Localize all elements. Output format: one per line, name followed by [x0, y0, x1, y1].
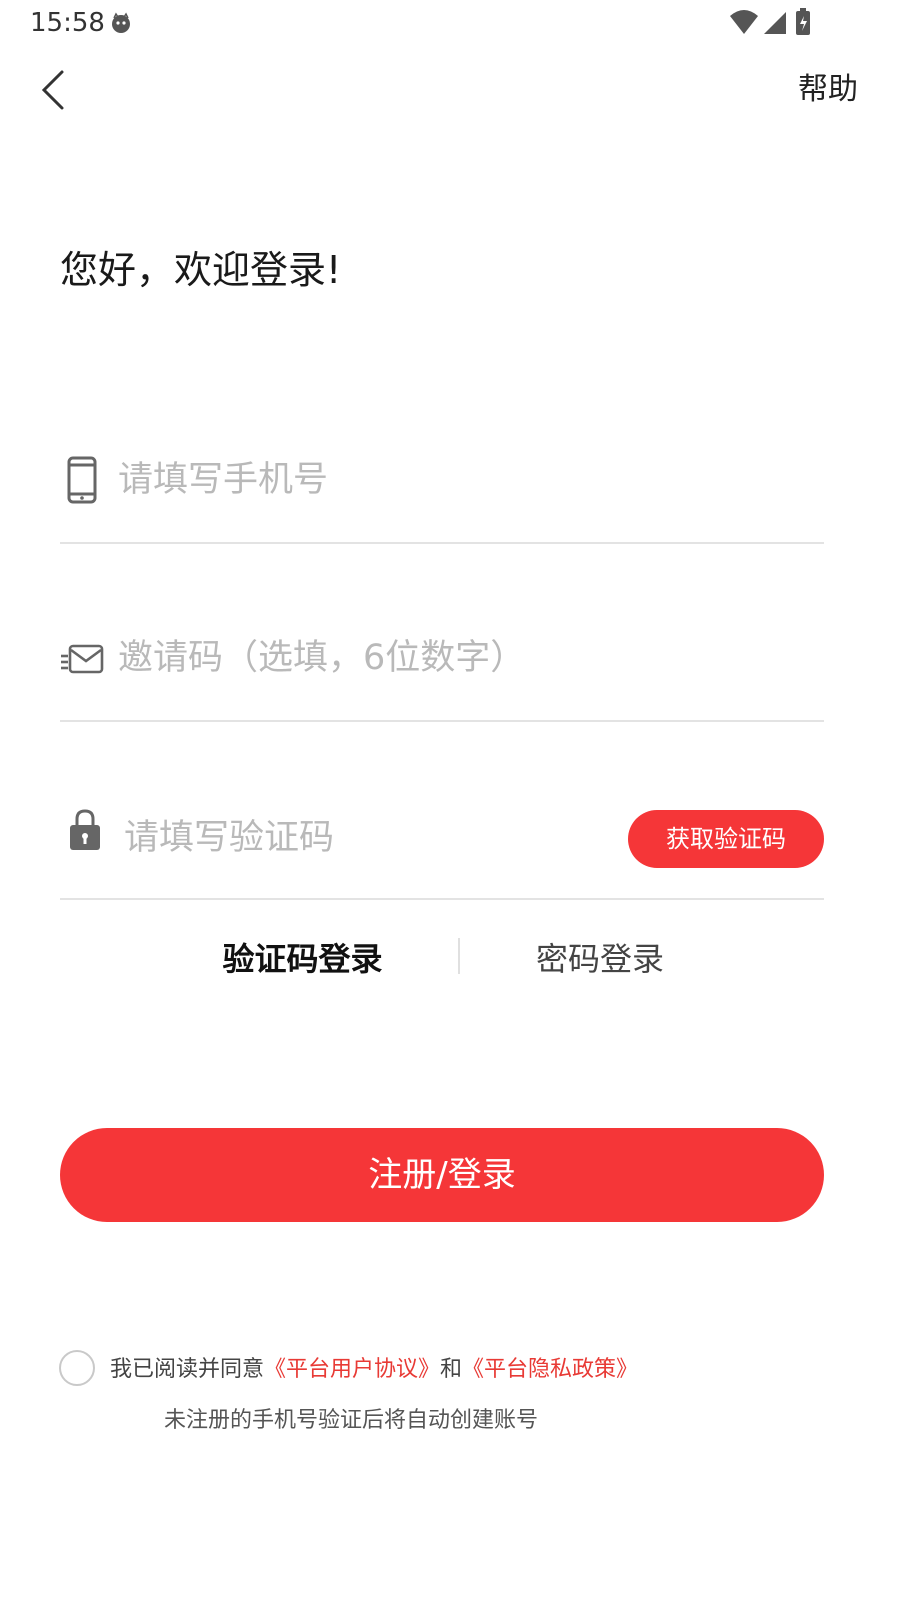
status-icons: [730, 8, 810, 35]
phone-icon: [67, 456, 97, 504]
phone-input[interactable]: 请填写手机号: [118, 456, 328, 504]
tab-separator: [458, 938, 460, 974]
notification-face-icon: [112, 12, 130, 33]
agreement-prefix: 我已阅读并同意: [110, 1357, 265, 1382]
phone-field[interactable]: 请填写手机号: [60, 448, 824, 518]
user-agreement-link[interactable]: 《平台用户协议》: [264, 1357, 440, 1382]
tab-code-login[interactable]: 验证码登录: [200, 936, 405, 982]
code-divider: [60, 898, 824, 900]
get-code-button[interactable]: 获取验证码: [628, 810, 824, 868]
help-link[interactable]: 帮助: [798, 70, 858, 110]
agreement-joiner: 和: [440, 1357, 463, 1382]
invite-divider: [60, 720, 824, 722]
welcome-title: 您好，欢迎登录!: [60, 248, 342, 292]
phone-divider: [60, 542, 824, 544]
signal-icon: [764, 12, 786, 34]
lock-icon: [70, 809, 100, 850]
auto-create-note: 未注册的手机号验证后将自动创建账号: [164, 1408, 539, 1433]
verify-code-input[interactable]: 请填写验证码: [124, 814, 334, 862]
tab-password-login[interactable]: 密码登录: [500, 936, 700, 982]
battery-icon: [796, 8, 810, 35]
privacy-policy-link[interactable]: 《平台隐私政策》: [462, 1357, 638, 1382]
back-arrow-icon[interactable]: [40, 68, 80, 112]
invite-code-field[interactable]: 邀请码（选填，6位数字）: [60, 626, 824, 696]
invite-mail-icon: [61, 644, 104, 674]
register-login-button[interactable]: 注册/登录: [60, 1128, 824, 1222]
invite-code-input[interactable]: 邀请码（选填，6位数字）: [118, 634, 525, 682]
verify-code-field[interactable]: 请填写验证码: [60, 804, 620, 874]
agree-checkbox[interactable]: [59, 1350, 95, 1386]
status-time: 15:58: [30, 8, 105, 38]
wifi-icon: [730, 10, 758, 34]
agreement-text: 我已阅读并同意《平台用户协议》和《平台隐私政策》: [110, 1355, 638, 1385]
